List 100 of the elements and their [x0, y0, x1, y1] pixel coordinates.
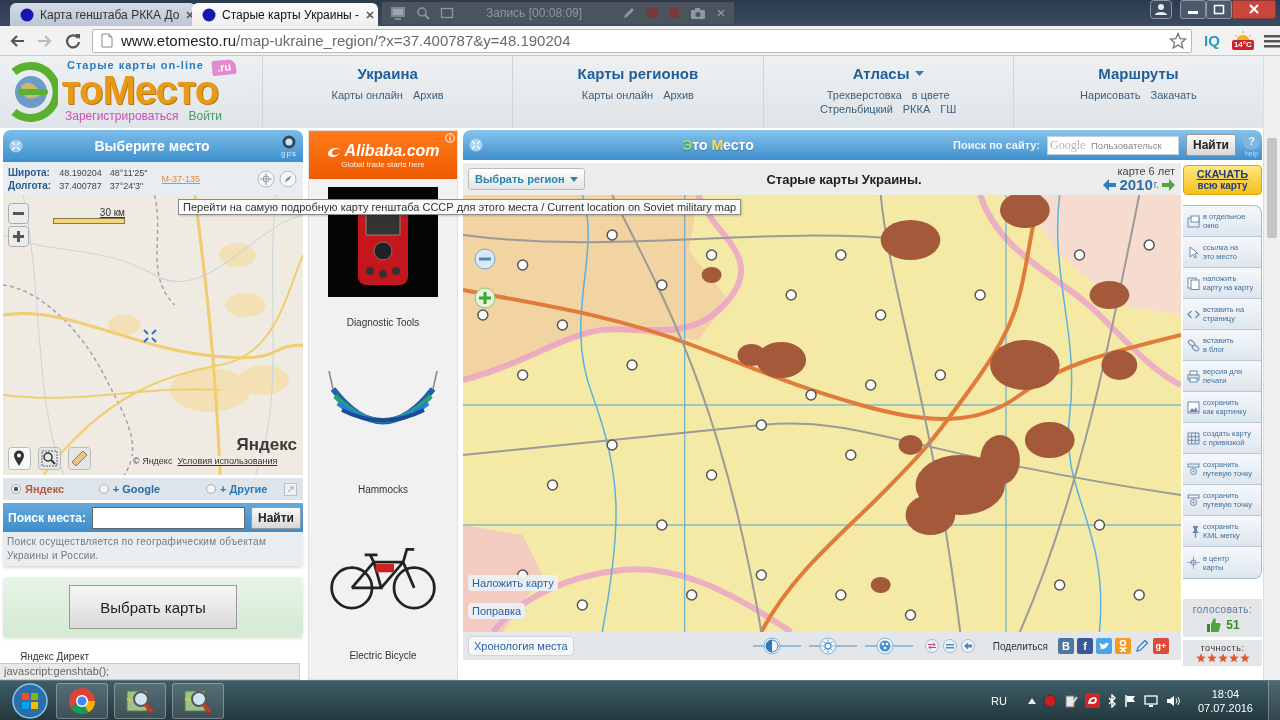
info-icon[interactable]	[445, 133, 455, 143]
taskbar-button[interactable]	[56, 682, 108, 719]
swap-icon[interactable]	[924, 639, 939, 653]
radio-button[interactable]	[98, 484, 109, 494]
thumbs-up-icon[interactable]	[1205, 616, 1222, 633]
close-icon[interactable]	[365, 9, 376, 20]
product-title[interactable]: Hammocks	[358, 483, 408, 495]
share-button[interactable]: f	[1077, 638, 1093, 654]
up-arrow-icon[interactable]	[1027, 697, 1036, 704]
bluetooth-icon[interactable]	[1106, 693, 1117, 708]
search-field[interactable]	[91, 506, 245, 529]
figure-icon[interactable]	[1115, 638, 1131, 654]
scrollbar-thumb[interactable]	[1267, 138, 1277, 238]
nav-sublink[interactable]: РККА	[902, 103, 931, 115]
product-title[interactable]: Electric Bicycle	[349, 650, 417, 662]
nav-link[interactable]: Карты регионов	[577, 65, 699, 82]
lines-icon[interactable]	[942, 639, 957, 653]
radio-option[interactable]: + Google	[98, 483, 206, 495]
expand-icon[interactable]	[469, 138, 483, 152]
product-title[interactable]: Diagnostic Tools	[346, 317, 420, 329]
nav-sublink[interactable]: Стрельбицкий	[819, 103, 893, 115]
overlay-map-button[interactable]: Наложить карту	[468, 575, 558, 591]
compass-icon[interactable]	[279, 169, 297, 188]
magnifier-icon[interactable]	[38, 447, 61, 470]
language-indicator[interactable]: RU	[991, 694, 1007, 707]
star-icon	[1228, 653, 1239, 663]
taskbar-button[interactable]	[172, 682, 224, 719]
correction-button[interactable]: Поправка	[468, 603, 526, 619]
scrollbar-track[interactable]	[1263, 56, 1280, 680]
pencil-icon[interactable]	[1134, 638, 1150, 654]
address-bar[interactable]: www.etomesto.ru/map-ukraine_region/?x=37.400787&y=48.190204	[92, 28, 1192, 53]
ruler-icon[interactable]	[68, 447, 91, 470]
share-button[interactable]: g+	[1153, 638, 1169, 654]
pencil-icon[interactable]	[622, 6, 637, 20]
nav-sublink[interactable]: Карты онлайн	[331, 89, 403, 101]
radio-option[interactable]: + Другие	[206, 483, 284, 495]
nav-sublink[interactable]: ГШ	[940, 103, 957, 115]
browser-tab[interactable]: Карта генштаба РККА До	[10, 3, 196, 26]
flag-icon[interactable]	[1123, 693, 1137, 708]
person-icon[interactable]	[1150, 0, 1172, 19]
extension-button[interactable]: IQ	[1202, 32, 1222, 49]
show-desktop-button[interactable]	[1268, 680, 1280, 720]
region-dropdown[interactable]: Выбрать регион	[468, 168, 585, 190]
sun-icon[interactable]	[818, 637, 837, 655]
close-icon[interactable]	[1232, 0, 1276, 19]
nav-sublink[interactable]: Закачать	[1150, 89, 1197, 101]
expand-icon[interactable]	[9, 139, 23, 153]
nav-sublink[interactable]: Нарисовать	[1080, 89, 1141, 101]
ad-header[interactable]: Alibaba.com Global trade starts here	[309, 131, 457, 180]
taskbar-clock[interactable]: 18:04 07.07.2016	[1197, 686, 1253, 715]
taskbar-button[interactable]	[114, 682, 166, 719]
half-circle-icon[interactable]	[762, 637, 781, 655]
menu-icon[interactable]	[1263, 33, 1280, 48]
record-icon[interactable]	[1042, 693, 1057, 708]
star-icon[interactable]	[1169, 31, 1187, 50]
right-arrow-icon[interactable]	[1162, 179, 1175, 191]
reload-icon[interactable]	[64, 31, 82, 50]
search-icon[interactable]	[416, 6, 430, 20]
history-button[interactable]: Хронология места	[468, 636, 574, 656]
download-button[interactable]: СКАЧАТЬ всю карту	[1183, 165, 1262, 195]
nav-link[interactable]: Украина	[357, 65, 418, 82]
search-button[interactable]: Найти	[250, 506, 301, 529]
choose-maps-button[interactable]: Выбрать карты	[69, 585, 237, 629]
register-link[interactable]: Зарегистрироваться	[65, 109, 179, 123]
bird-icon[interactable]	[1096, 638, 1112, 654]
zoom-out-icon[interactable]	[474, 248, 496, 270]
monitor-icon[interactable]	[390, 6, 406, 20]
nav-sublink[interactable]: Архив	[663, 89, 694, 101]
nav-sublink[interactable]: в цвете	[911, 89, 950, 101]
nav-sublink[interactable]: Карты онлайн	[581, 89, 654, 101]
start-icon[interactable]	[10, 681, 50, 720]
left-arrow-icon[interactable]	[1103, 179, 1117, 191]
zoom-in-icon[interactable]	[474, 287, 496, 309]
site-search-button[interactable]: Найти	[1186, 134, 1236, 156]
minus-icon[interactable]	[8, 203, 29, 224]
placemark-icon[interactable]	[8, 447, 31, 470]
speaker-icon[interactable]	[1165, 693, 1181, 708]
terms-link[interactable]: Условия использования	[177, 456, 278, 466]
browser-tab[interactable]: Старые карты Украины -	[192, 3, 378, 26]
radio-button[interactable]	[206, 484, 216, 494]
resize-icon[interactable]	[284, 482, 297, 496]
network-icon[interactable]	[1143, 693, 1159, 708]
left-arrow-icon[interactable]	[960, 639, 975, 653]
nav-sublink[interactable]: Трехверстовка	[826, 89, 902, 101]
document-icon[interactable]	[1063, 693, 1078, 708]
minimize-icon[interactable]	[1180, 0, 1206, 19]
maximize-icon[interactable]	[1206, 0, 1232, 19]
nav-sublink[interactable]: Архив	[412, 89, 444, 101]
camera-icon[interactable]	[690, 6, 707, 20]
swirl-icon[interactable]	[1084, 693, 1100, 708]
share-button[interactable]: В	[1058, 638, 1074, 654]
radio-option[interactable]: Яндекс	[11, 483, 99, 495]
nav-link[interactable]: Атласы	[852, 65, 924, 82]
printer-icon	[1187, 369, 1200, 383]
nav-link[interactable]: Маршруты	[1098, 65, 1179, 82]
plus-icon[interactable]	[8, 226, 29, 247]
crosshair-icon[interactable]	[257, 169, 275, 188]
radio-button[interactable]	[11, 484, 21, 494]
square-icon[interactable]	[440, 6, 454, 20]
palette-icon[interactable]	[875, 637, 894, 655]
